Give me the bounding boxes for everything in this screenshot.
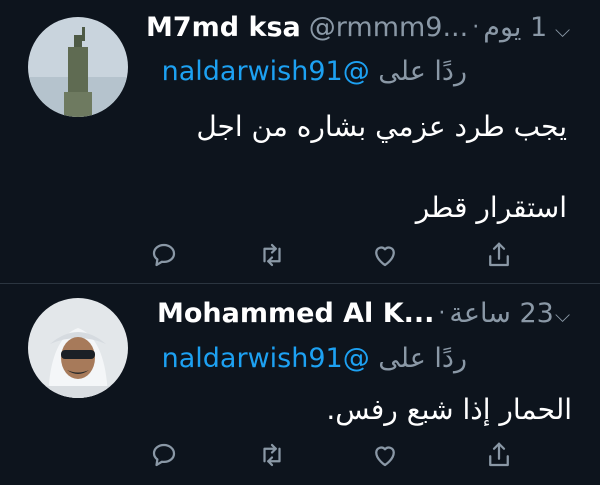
- tweet-text-line: استقرار قطر: [415, 191, 567, 224]
- reply-context: ردًا على @naldarwish91: [162, 343, 467, 374]
- tweet[interactable]: ⌵ Mohammed Al K... · 23 ساعة ردًا على @n…: [0, 283, 600, 485]
- separator: ·: [472, 15, 480, 40]
- chevron-down-icon[interactable]: ⌵: [555, 303, 570, 327]
- reply-label: ردًا على: [378, 56, 467, 87]
- reply-label: ردًا على: [378, 343, 467, 374]
- reply-icon[interactable]: [149, 240, 179, 270]
- tweet-text-line: يجب طرد عزمي بشاره من اجل: [196, 110, 567, 143]
- avatar[interactable]: [28, 298, 128, 398]
- reply-context: ردًا على @naldarwish91: [162, 56, 467, 87]
- mention-link[interactable]: @naldarwish91: [162, 343, 370, 374]
- tweet-header: M7md ksa @rmmm9... · 1 يوم: [146, 12, 547, 43]
- share-icon[interactable]: [484, 440, 514, 470]
- timestamp[interactable]: 23 ساعة: [449, 298, 553, 329]
- separator: ·: [438, 301, 446, 326]
- tweet[interactable]: ⌵ M7md ksa @rmmm9... · 1 يوم ردًا على @n…: [0, 0, 600, 283]
- user-name[interactable]: Mohammed Al K...: [157, 298, 434, 329]
- user-name[interactable]: M7md ksa: [146, 12, 301, 43]
- share-icon[interactable]: [484, 240, 514, 270]
- retweet-icon[interactable]: [257, 440, 287, 470]
- timestamp[interactable]: 1 يوم: [483, 12, 547, 43]
- mention-link[interactable]: @naldarwish91: [162, 56, 370, 87]
- user-handle[interactable]: @rmmm9...: [309, 12, 468, 43]
- like-icon[interactable]: [370, 440, 400, 470]
- tweet-header: Mohammed Al K... · 23 ساعة: [157, 298, 554, 329]
- like-icon[interactable]: [370, 240, 400, 270]
- reply-icon[interactable]: [149, 440, 179, 470]
- retweet-icon[interactable]: [257, 240, 287, 270]
- chevron-down-icon[interactable]: ⌵: [555, 18, 570, 42]
- avatar[interactable]: [28, 17, 128, 117]
- tweet-text-line: الحمار إذا شبع رفس.: [326, 393, 572, 426]
